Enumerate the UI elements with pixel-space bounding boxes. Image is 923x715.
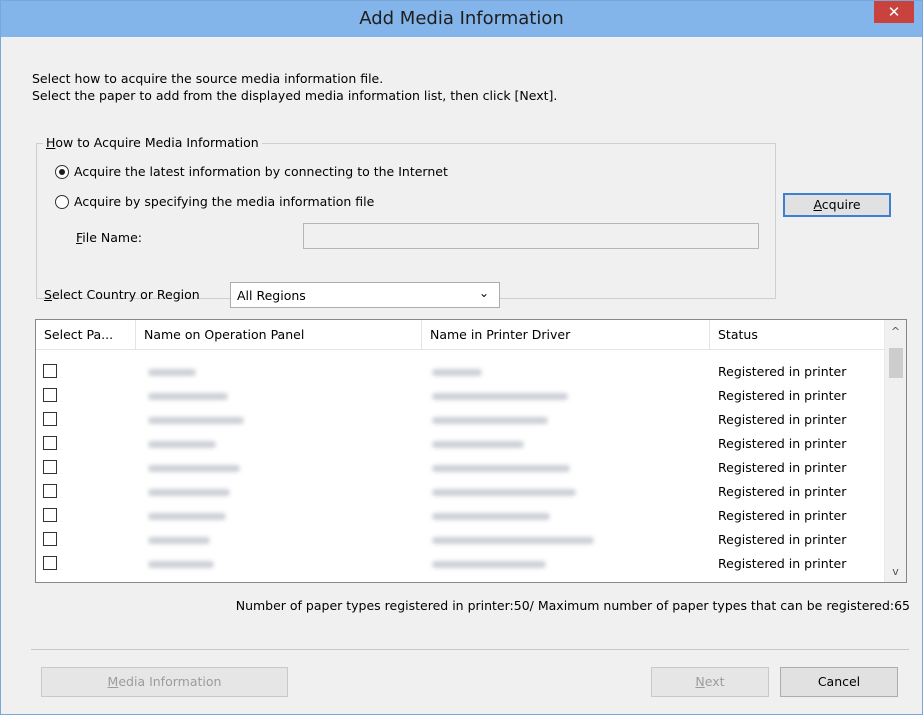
row-status: Registered in printer	[718, 388, 847, 403]
row-status: Registered in printer	[718, 556, 847, 571]
redacted-driver-name	[432, 537, 594, 544]
scroll-down-icon[interactable]: v	[885, 562, 906, 582]
scroll-thumb[interactable]	[889, 348, 903, 378]
row-status: Registered in printer	[718, 364, 847, 379]
table-row[interactable]: Registered in printer	[36, 480, 884, 504]
file-name-label: File Name:	[76, 230, 142, 245]
table-row[interactable]: Registered in printer	[36, 504, 884, 528]
redacted-panel-name	[148, 417, 244, 424]
list-scrollbar[interactable]: ^ v	[884, 320, 906, 582]
table-row[interactable]: Registered in printer	[36, 384, 884, 408]
media-list-header: Select Pa... Name on Operation Panel Nam…	[36, 320, 884, 350]
column-name-operation-panel[interactable]: Name on Operation Panel	[136, 320, 422, 350]
redacted-driver-name	[432, 393, 568, 400]
table-row[interactable]: Registered in printer	[36, 432, 884, 456]
chevron-down-icon: ⌄	[478, 286, 489, 300]
radio-acquire-internet-label[interactable]: Acquire the latest information by connec…	[74, 164, 448, 179]
redacted-panel-name	[148, 465, 240, 472]
media-list[interactable]: Select Pa... Name on Operation Panel Nam…	[35, 319, 907, 583]
row-status: Registered in printer	[718, 532, 847, 547]
media-information-button[interactable]: Media Information	[41, 667, 288, 697]
region-select[interactable]: All Regions ⌄	[230, 282, 500, 308]
row-checkbox[interactable]	[43, 460, 57, 474]
row-checkbox[interactable]	[43, 532, 57, 546]
add-media-information-dialog: Add Media Information ✕ Select how to ac…	[0, 0, 923, 715]
row-checkbox[interactable]	[43, 388, 57, 402]
redacted-driver-name	[432, 489, 576, 496]
radio-acquire-internet[interactable]	[55, 165, 69, 179]
table-row[interactable]: Registered in printer	[36, 360, 884, 384]
row-status: Registered in printer	[718, 436, 847, 451]
table-row[interactable]: Registered in printer	[36, 528, 884, 552]
table-row[interactable]: Registered in printer	[36, 456, 884, 480]
row-checkbox[interactable]	[43, 412, 57, 426]
redacted-panel-name	[148, 441, 216, 448]
region-select-value: All Regions	[237, 288, 306, 303]
column-select-paper[interactable]: Select Pa...	[36, 320, 136, 350]
title-bar[interactable]: Add Media Information ✕	[1, 1, 922, 37]
instruction-line-1: Select how to acquire the source media i…	[32, 71, 384, 86]
redacted-panel-name	[148, 369, 196, 376]
row-checkbox[interactable]	[43, 508, 57, 522]
redacted-panel-name	[148, 561, 214, 568]
footer-divider	[31, 649, 909, 650]
redacted-driver-name	[432, 513, 550, 520]
dialog-title: Add Media Information	[359, 8, 564, 29]
acquire-button[interactable]: Acquire	[783, 193, 891, 217]
redacted-driver-name	[432, 465, 570, 472]
row-status: Registered in printer	[718, 508, 847, 523]
acquire-method-legend: How to Acquire Media Information	[43, 135, 262, 150]
radio-acquire-file[interactable]	[55, 195, 69, 209]
redacted-driver-name	[432, 561, 546, 568]
redacted-driver-name	[432, 417, 548, 424]
table-row[interactable]: Registered in printer	[36, 408, 884, 432]
row-status: Registered in printer	[718, 460, 847, 475]
registration-summary: Number of paper types registered in prin…	[235, 598, 910, 613]
region-label: Select Country or Region	[44, 287, 200, 302]
row-checkbox[interactable]	[43, 436, 57, 450]
redacted-driver-name	[432, 441, 524, 448]
next-button[interactable]: Next	[651, 667, 769, 697]
redacted-driver-name	[432, 369, 482, 376]
column-name-printer-driver[interactable]: Name in Printer Driver	[422, 320, 710, 350]
row-status: Registered in printer	[718, 412, 847, 427]
close-button[interactable]: ✕	[874, 1, 914, 23]
cancel-button[interactable]: Cancel	[780, 667, 898, 697]
row-checkbox[interactable]	[43, 484, 57, 498]
close-icon: ✕	[887, 3, 901, 21]
row-checkbox[interactable]	[43, 364, 57, 378]
column-status[interactable]: Status	[710, 320, 884, 350]
file-name-input[interactable]	[303, 223, 759, 249]
redacted-panel-name	[148, 513, 226, 520]
row-checkbox[interactable]	[43, 556, 57, 570]
radio-acquire-file-label[interactable]: Acquire by specifying the media informat…	[74, 194, 374, 209]
redacted-panel-name	[148, 537, 210, 544]
row-status: Registered in printer	[718, 484, 847, 499]
table-row[interactable]: Registered in printer	[36, 552, 884, 576]
scroll-up-icon[interactable]: ^	[885, 322, 906, 342]
redacted-panel-name	[148, 489, 230, 496]
instruction-line-2: Select the paper to add from the display…	[32, 88, 558, 103]
redacted-panel-name	[148, 393, 228, 400]
